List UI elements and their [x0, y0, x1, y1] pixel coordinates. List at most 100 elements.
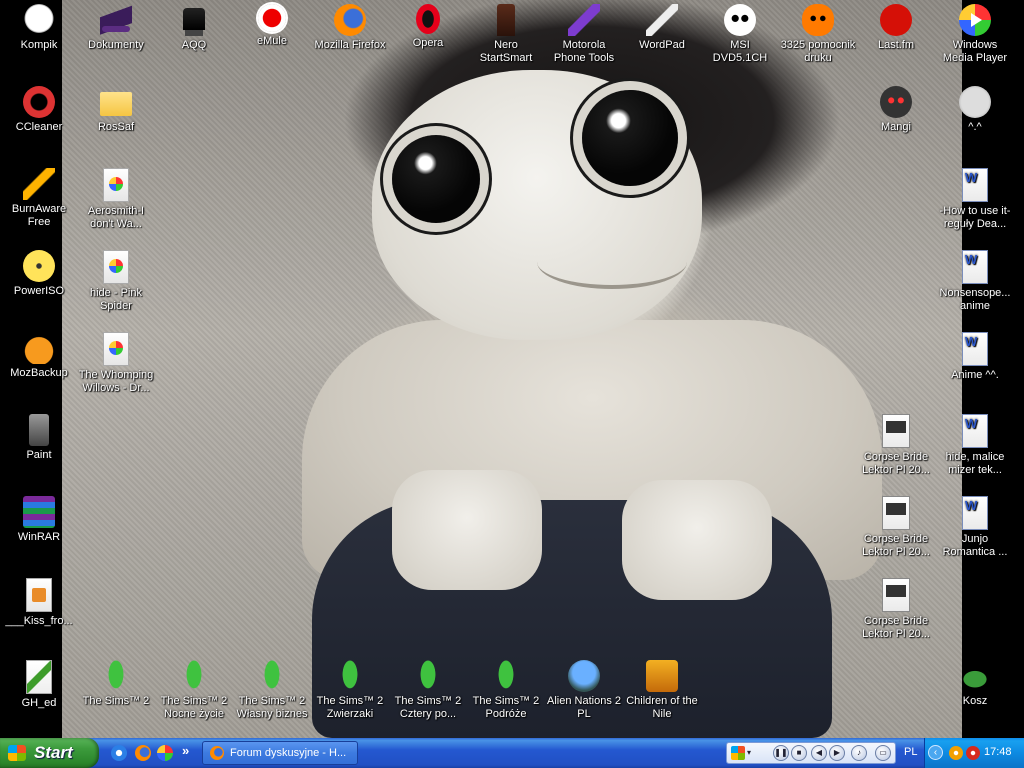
paint-icon: [29, 414, 49, 446]
desktop-icon-sims-2-wlasny-biznes[interactable]: The Sims™ 2 Własny biznes: [233, 660, 311, 721]
opera-icon: [416, 4, 440, 34]
video-file-icon: [882, 496, 910, 530]
emule-icon: [258, 4, 286, 32]
desktop-icon-hide-pink-spider[interactable]: hide - Pink Spider: [77, 250, 155, 313]
desktop-icon-winrar[interactable]: WinRAR: [0, 496, 78, 544]
media-file-icon: [103, 168, 129, 202]
desktop-icon-opera[interactable]: Opera: [389, 4, 467, 50]
firefox-quicklaunch-icon[interactable]: [135, 745, 151, 761]
desktop-icon-motorola-phone-tools[interactable]: Motorola Phone Tools: [545, 4, 623, 65]
internet-explorer-icon[interactable]: [111, 745, 127, 761]
windows-logo-icon: [8, 745, 26, 761]
stop-icon[interactable]: ■: [791, 745, 807, 761]
desktop-icon-children-of-the-nile[interactable]: Children of the Nile: [623, 660, 701, 721]
language-indicator[interactable]: PL: [904, 746, 917, 758]
sims-icon: [334, 660, 366, 692]
ccleaner-icon: [23, 86, 55, 118]
desktop-icon-kiss-from[interactable]: ___Kiss_fro...: [0, 578, 78, 628]
desktop-icon-aerosmith[interactable]: Aerosmith-I don't Wa...: [77, 168, 155, 231]
desktop-icon-aqq[interactable]: AQQ: [155, 4, 233, 52]
folder-icon: [100, 92, 132, 116]
next-track-icon[interactable]: ▶: [829, 745, 845, 761]
burnaware-icon: [23, 168, 55, 200]
sims-icon: [412, 660, 444, 692]
media-player-quicklaunch-icon[interactable]: [157, 745, 173, 761]
desktop-icon-smiley[interactable]: ^.^: [936, 86, 1014, 134]
desktop-icon-poweriso[interactable]: PowerISO: [0, 250, 78, 298]
desktop-icon-msi-dvd[interactable]: MSI DVD5.1CH: [701, 4, 779, 65]
media-player-toolbar: ▾ ❚❚ ■ ◀ ▶ ♪ ▭: [726, 742, 896, 764]
desktop-icon-emule[interactable]: eMule: [233, 4, 311, 48]
doll-mouth: [537, 235, 687, 289]
smiley-icon: [959, 86, 991, 118]
desktop-icon-mozbackup[interactable]: MozBackup: [0, 332, 78, 380]
desktop-icon-gh-ed[interactable]: GH_ed: [0, 660, 78, 710]
word-document-icon: [962, 332, 988, 366]
desktop-icon-dokumenty[interactable]: Dokumenty: [77, 4, 155, 52]
desktop-icon-wordpad[interactable]: WordPad: [623, 4, 701, 52]
desktop-icon-paint[interactable]: Paint: [0, 414, 78, 462]
clock[interactable]: 17:48: [984, 746, 1012, 758]
sims-icon: [100, 660, 132, 692]
desktop-icon-nero-startsmart[interactable]: Nero StartSmart: [467, 4, 545, 65]
top-hat-icon: [183, 8, 205, 30]
desktop-icon-mozilla-firefox[interactable]: Mozilla Firefox: [311, 4, 389, 52]
desktop-icon-windows-media-player[interactable]: Windows Media Player: [936, 4, 1014, 65]
desktop-icon-corpse-bride-3[interactable]: Corpse Bride Lektor Pl 20...: [857, 578, 935, 641]
desktop-icon-corpse-bride-1[interactable]: Corpse Bride Lektor Pl 20...: [857, 414, 935, 477]
restore-player-icon[interactable]: ▭: [875, 745, 891, 761]
start-label: Start: [34, 743, 73, 762]
system-tray: ‹ 17:48: [924, 738, 1024, 768]
media-toolbar-menu-button[interactable]: ▾: [747, 748, 751, 757]
video-file-icon: [882, 414, 910, 448]
mangi-icon: [880, 86, 912, 118]
desktop-icon-sims-2[interactable]: The Sims™ 2: [77, 660, 155, 708]
desktop-icon-sims-2-zwierzaki[interactable]: The Sims™ 2 Zwierzaki: [311, 660, 389, 721]
desktop-icon-alien-nations-2[interactable]: Alien Nations 2 PL: [545, 660, 623, 721]
show-hidden-icons-button[interactable]: ‹: [928, 745, 943, 760]
media-file-icon: [103, 332, 129, 366]
witch-hat-folder-icon: [100, 4, 132, 36]
desktop-icon-junjo-romantica[interactable]: Junjo Romantica ...: [936, 496, 1014, 559]
desktop-icon-nonsensope-anime[interactable]: Nonsensope... anime: [936, 250, 1014, 313]
word-document-icon: [962, 168, 988, 202]
pumpkin-icon: [802, 4, 834, 36]
volume-icon[interactable]: ♪: [851, 745, 867, 761]
desktop-icon-corpse-bride-2[interactable]: Corpse Bride Lektor Pl 20...: [857, 496, 935, 559]
previous-track-icon[interactable]: ◀: [811, 745, 827, 761]
desktop-icon-anime[interactable]: Anime ^^.: [936, 332, 1014, 382]
firefox-icon: [210, 746, 224, 760]
desktop-icon-hide-malice-mizer[interactable]: hide, malice mizer tek...: [936, 414, 1014, 477]
pause-icon[interactable]: ❚❚: [773, 745, 789, 761]
desktop-icon-mangi[interactable]: Mangi: [857, 86, 935, 134]
sims-icon: [256, 660, 288, 692]
word-document-icon: [962, 250, 988, 284]
desktop-icon-kompik[interactable]: Kompik: [0, 4, 78, 52]
desktop-icon-how-to-use-it[interactable]: -How to use it-reguły Dea...: [936, 168, 1014, 231]
alert-tray-icon[interactable]: [949, 746, 963, 760]
doll-hand-right: [622, 480, 772, 600]
start-button[interactable]: Start: [0, 738, 99, 768]
wordpad-icon: [646, 4, 678, 36]
word-document-icon: [962, 414, 988, 448]
nero-icon: [497, 4, 515, 36]
desktop-icon-rossaf[interactable]: RosSaf: [77, 86, 155, 134]
desktop-icon-kosz[interactable]: Kosz: [936, 660, 1014, 708]
media-file-icon: [103, 250, 129, 284]
desktop-icon-sims-2-nocne-zycie[interactable]: The Sims™ 2 Nocne życie: [155, 660, 233, 721]
gh-ed-icon: [26, 660, 52, 694]
desktop-icon-lastfm[interactable]: Last.fm: [857, 4, 935, 52]
windows-media-player-icon: [959, 4, 991, 36]
word-document-icon: [962, 496, 988, 530]
desktop-icon-pomocnik-druku[interactable]: 3325 pomocnik druku: [779, 4, 857, 65]
desktop-icon-sims-2-cztery-pory[interactable]: The Sims™ 2 Cztery po...: [389, 660, 467, 721]
sims-icon: [178, 660, 210, 692]
taskbar-button-firefox-window[interactable]: Forum dyskusyjne - H...: [202, 741, 358, 765]
quick-launch-more-button[interactable]: »: [182, 743, 189, 758]
desktop-icon-whomping-willows[interactable]: The Whomping Willows - Dr...: [77, 332, 155, 395]
desktop-icon-sims-2-podroze[interactable]: The Sims™ 2 Podróże: [467, 660, 545, 721]
desktop-icon-ccleaner[interactable]: CCleaner: [0, 86, 78, 134]
security-tray-icon[interactable]: [966, 746, 980, 760]
wallpaper-photo-doll: [62, 0, 962, 738]
desktop-icon-burnaware[interactable]: BurnAware Free: [0, 168, 78, 229]
